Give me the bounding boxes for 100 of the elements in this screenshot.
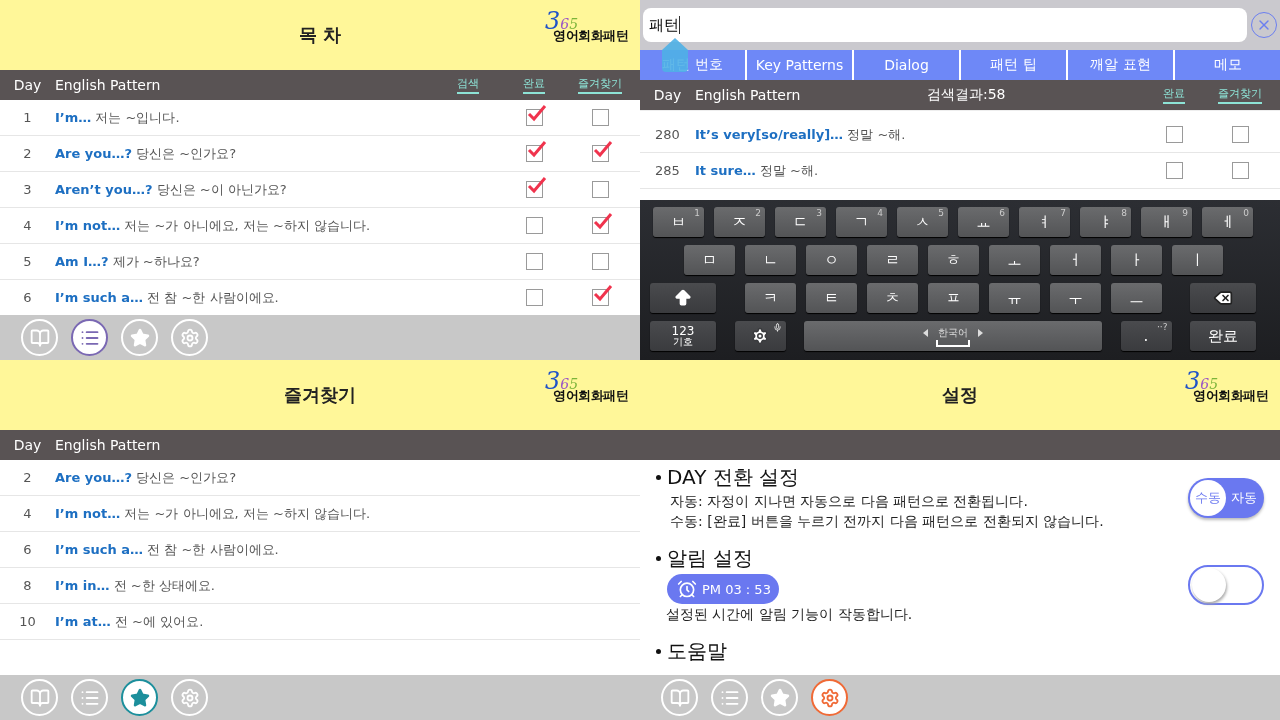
keyboard-key[interactable]: ㅡ [1110,283,1162,313]
alarm-clock-icon [677,579,697,599]
screen-title: 목 차 [298,23,342,47]
star-icon [769,687,790,708]
keyboard-key[interactable]: ㅕ 7 [1019,207,1070,237]
gear-icon [751,327,769,345]
header-label: English Pattern [55,437,161,453]
category-tab[interactable]: 메모 [1175,50,1280,80]
keyboard-key[interactable]: ㄹ [866,245,918,275]
category-tab[interactable]: Key Patterns [747,50,852,80]
done-checkbox[interactable] [525,289,543,306]
description-text: 자동: 자정이 지나면 자동으로 다음 패턴으로 전환됩니다. [670,493,1029,511]
alarm-time-button[interactable]: PM 03 : 53 [667,574,779,604]
pattern-text[interactable]: Am I…? 제가 ~하나요? [55,252,435,271]
nav-button[interactable] [121,679,158,716]
gear-icon [819,687,840,708]
keyboard-key[interactable]: ㅐ 9 [1141,207,1192,237]
day-number: 10 [19,614,36,629]
keyboard-key[interactable]: ㅌ [805,283,857,313]
pattern-text[interactable]: Aren’t you…? 당신은 ~이 아닌가요? [55,180,435,199]
keyboard-key[interactable]: . ··? [1120,321,1172,351]
keyboard-key[interactable]: ㅋ [744,283,796,313]
mode-toggle[interactable]: 수동 자동 [1188,477,1264,518]
category-tab[interactable]: 패턴 팁 [961,50,1066,80]
description-text: 설정된 시간에 알림 기능이 작동합니다. [666,606,913,624]
pattern-text[interactable]: I’m such a… 전 참 ~한 사람이에요. [55,540,633,559]
keyboard-key[interactable]: ㅊ [866,283,918,313]
keyboard-key[interactable]: ㅂ 1 [653,207,704,237]
logo-text: 영어회화패턴 [553,28,628,45]
alarm-switch[interactable] [1188,564,1264,605]
pattern-text[interactable]: It’s very[so/really]… 정말 ~해. [695,125,927,144]
pattern-text[interactable]: I’m at… 전 ~에 있어요. [55,612,633,631]
favorite-checkbox[interactable] [1231,126,1249,143]
header-link[interactable]: 완료 [1163,86,1185,104]
keyboard-key[interactable]: ㅠ [988,283,1040,313]
settings-key[interactable] [734,321,786,351]
keyboard-key[interactable]: ㅇ [805,245,857,275]
favorite-checkbox[interactable] [591,181,609,198]
bullet-dot [656,556,661,561]
keyboard-key[interactable]: ㅓ [1049,245,1101,275]
day-number: 2 [23,146,32,161]
keyboard-key[interactable]: ㄱ 4 [836,207,887,237]
keyboard-key[interactable]: ㅅ 5 [897,207,948,237]
keyboard-key[interactable]: ㅈ 2 [714,207,765,237]
header-link[interactable]: 검색 [457,76,479,94]
category-tab[interactable]: Dialog [854,50,959,80]
done-checkbox[interactable] [525,217,543,234]
keyboard-key[interactable]: ㅗ [988,245,1040,275]
keyboard-key[interactable]: ㅁ [683,245,735,275]
pattern-text[interactable]: I’m in… 전 ~한 상태에요. [55,576,633,595]
keyboard-key[interactable]: ㅣ [1171,245,1223,275]
done-checkbox[interactable] [525,253,543,270]
screen-title: 즐겨찾기 [284,383,356,407]
mode-option[interactable]: 자동 [1226,479,1262,516]
category-tab[interactable]: 깨알 표현 [1068,50,1173,80]
header-link[interactable]: 즐겨찾기 [1218,86,1262,104]
header-link[interactable]: 완료 [523,76,545,94]
nav-button[interactable] [811,679,848,716]
nav-button[interactable] [71,319,108,356]
section-heading: 도움말 [667,638,727,665]
mode-option[interactable]: 수동 [1190,479,1226,516]
pattern-text[interactable]: It sure… 정말 ~해. [695,161,927,180]
favorite-checkbox[interactable] [591,109,609,126]
search-field[interactable]: 패턴 [643,8,1247,42]
header-label: Day [653,87,682,103]
header-link[interactable]: 즐겨찾기 [578,76,622,94]
pattern-text[interactable]: Are you…? 당신은 ~인가요? [55,468,633,487]
space-key[interactable]: 한국어 [804,321,1102,351]
favorite-checkbox[interactable] [591,253,609,270]
logo-number: 365 [545,369,579,387]
shift-key[interactable] [650,283,716,313]
symbols-key[interactable]: 123 기호 [650,321,716,351]
keyboard-key[interactable]: ㄷ 3 [775,207,826,237]
keyboard-key[interactable]: ㅍ [927,283,979,313]
keyboard-key[interactable]: ㅏ [1110,245,1162,275]
done-key[interactable]: 완료 [1190,321,1256,351]
done-checkbox[interactable] [1165,126,1183,143]
bullet-dot [656,649,661,654]
pattern-text[interactable]: Are you…? 당신은 ~인가요? [55,144,435,163]
day-number: 3 [23,182,32,197]
logo-text: 영어회화패턴 [553,388,628,405]
keyboard-key[interactable]: ㅑ 8 [1080,207,1131,237]
pattern-text[interactable]: I’m not… 저는 ~가 아니에요, 저는 ~하지 않습니다. [55,504,633,523]
star-icon [129,687,150,708]
keyboard-key[interactable]: ㅎ [927,245,979,275]
keyboard-key[interactable]: ㅛ 6 [958,207,1009,237]
pattern-text[interactable]: I’m such a… 전 참 ~한 사람이에요. [55,288,435,307]
keyboard-key[interactable]: ㅜ [1049,283,1101,313]
pattern-text[interactable]: I’m… 저는 ~입니다. [55,108,435,127]
arrow-up-icon [673,288,693,308]
logo-number: 365 [545,9,579,27]
favorite-checkbox[interactable] [1231,162,1249,179]
backspace-key[interactable] [1190,283,1256,313]
screen-title: 설정 [942,383,978,407]
day-number: 4 [23,218,32,233]
backspace-icon [1213,288,1233,308]
pattern-text[interactable]: I’m not… 저는 ~가 아니에요, 저는 ~하지 않습니다. [55,216,435,235]
keyboard-key[interactable]: ㄴ [744,245,796,275]
done-checkbox[interactable] [1165,162,1183,179]
keyboard-key[interactable]: ㅔ 0 [1202,207,1253,237]
